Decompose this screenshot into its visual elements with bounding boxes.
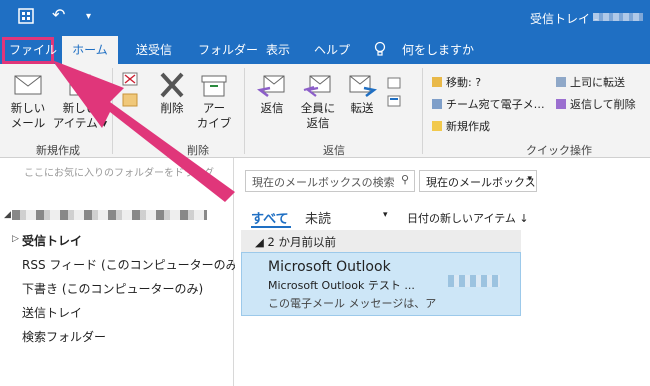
title-bar: ↶ ▾ 受信トレイ -: [0, 0, 650, 36]
search-input[interactable]: 現在のメールボックスの検索 ⚲: [245, 170, 415, 192]
new-mail-button[interactable]: 新しい メール: [6, 72, 50, 131]
tab-file[interactable]: ファイル: [2, 37, 57, 64]
delete-button[interactable]: 削除: [152, 72, 192, 116]
ribbon-separator: [112, 68, 113, 154]
team-mail-icon: [432, 99, 442, 109]
expand-icon[interactable]: ▷: [12, 234, 19, 244]
ignore-icon: [122, 72, 138, 107]
date-group-header[interactable]: ◢ 2 か月前以前: [241, 230, 521, 252]
folder-pane: ここにお気に入りのフォルダーをドラッグ ◢ ▷ 受信トレイ RSS フィード (…: [0, 158, 242, 386]
search-scope-dropdown[interactable]: 現在のメールボックス ▾: [419, 170, 537, 192]
forward-label: 転送: [350, 101, 374, 115]
ribbon-home: 新しい メール 新しい アイテム ▾ 新規作成 削除 アー カイブ 削除 返信 …: [0, 64, 650, 158]
chevron-down-icon: ▾: [527, 174, 532, 184]
mail-sender: Microsoft Outlook: [268, 259, 391, 275]
group-reply-label: 返信: [323, 144, 345, 157]
reply-button[interactable]: 返信: [252, 72, 292, 116]
account-name-blurred[interactable]: [12, 210, 207, 220]
new-mail-icon: [14, 75, 42, 95]
reply-all-icon: [303, 75, 331, 97]
tab-folder[interactable]: フォルダー: [190, 36, 266, 64]
new-items-label: 新しい アイテム ▾: [52, 101, 108, 130]
tab-help[interactable]: ヘルプ: [306, 36, 358, 64]
delete-x-icon: [160, 72, 184, 98]
favorites-hint: ここにお気に入りのフォルダーをドラッグ: [24, 168, 214, 179]
reply-all-label: 全員に 返信: [300, 101, 336, 130]
group-quick-label: クイック操作: [526, 144, 592, 157]
quick-access-more-icon[interactable]: ▾: [86, 11, 91, 22]
filter-all-tab[interactable]: すべて: [251, 208, 289, 227]
reply-all-button[interactable]: 全員に 返信: [296, 72, 340, 131]
group-delete-label: 削除: [187, 144, 209, 157]
forward-button[interactable]: 転送: [342, 72, 382, 116]
folder-drafts[interactable]: 下書き (このコンピューターのみ): [22, 280, 203, 297]
ribbon-separator: [422, 68, 423, 154]
ignore-button[interactable]: [118, 70, 144, 134]
ribbon-tabs: ファイル ホーム 送受信 フォルダー 表示 ヘルプ 何をしますか: [0, 36, 650, 64]
sort-order[interactable]: 日付の新しいアイテム ↓: [407, 210, 529, 226]
meeting-reply-button[interactable]: [384, 76, 404, 126]
folder-outbox[interactable]: 送信トレイ: [22, 304, 82, 321]
forward-manager-icon: [556, 77, 566, 87]
collapse-icon[interactable]: ◢: [4, 210, 11, 220]
tell-me-search[interactable]: 何をしますか: [394, 36, 482, 64]
undo-icon[interactable]: ↶: [52, 5, 65, 24]
forward-icon: [349, 75, 377, 97]
outlook-app-icon[interactable]: [18, 8, 34, 28]
lightning-icon: [432, 121, 442, 131]
reply-icon: [257, 75, 285, 97]
tab-send-receive[interactable]: 送受信: [128, 36, 180, 64]
reply-label: 返信: [260, 101, 284, 115]
mail-list-pane: 現在のメールボックスの検索 ⚲ 現在のメールボックス ▾ すべて 未読 ▾ 日付…: [235, 158, 650, 386]
folder-search[interactable]: 検索フォルダー: [22, 328, 106, 345]
quick-step-move[interactable]: 移動: ?: [432, 74, 481, 90]
new-items-icon: [69, 74, 91, 96]
archive-icon: [201, 75, 227, 97]
tab-home[interactable]: ホーム: [62, 36, 118, 64]
mail-preview: この電子メール メッセージは、ア: [268, 297, 437, 310]
archive-label: アー カイブ: [196, 101, 232, 130]
tab-view[interactable]: 表示: [258, 36, 298, 64]
lightbulb-icon[interactable]: [366, 36, 394, 64]
quick-step-create[interactable]: 新規作成: [432, 118, 490, 134]
archive-button[interactable]: アー カイブ: [194, 72, 234, 131]
reply-delete-icon: [556, 99, 566, 109]
quick-step-to-manager[interactable]: 上司に転送: [556, 74, 625, 90]
mail-list-item[interactable]: Microsoft Outlook Microsoft Outlook テスト …: [241, 252, 521, 316]
new-mail-label: 新しい メール: [10, 101, 46, 130]
filter-unread-tab[interactable]: 未読: [305, 208, 331, 227]
delete-label: 削除: [160, 101, 184, 115]
group-new-label: 新規作成: [36, 144, 80, 157]
quick-step-team[interactable]: チーム宛て電子メ…: [432, 96, 545, 112]
folder-inbox[interactable]: 受信トレイ: [22, 232, 82, 249]
mail-date-blurred: [448, 275, 500, 287]
folder-rss[interactable]: RSS フィード (このコンピューターのみ): [22, 256, 242, 273]
active-filter-underline: [251, 226, 291, 228]
filter-dropdown-icon[interactable]: ▾: [383, 210, 388, 220]
more-reply-icon: [387, 77, 401, 107]
account-name-blurred: [593, 13, 643, 21]
window-title: 受信トレイ -: [530, 12, 599, 26]
folder-icon: [432, 77, 442, 87]
search-icon[interactable]: ⚲: [401, 173, 409, 186]
quick-step-reply-delete[interactable]: 返信して削除: [556, 96, 636, 112]
ribbon-separator: [244, 68, 245, 154]
new-items-button[interactable]: 新しい アイテム ▾: [52, 72, 108, 131]
